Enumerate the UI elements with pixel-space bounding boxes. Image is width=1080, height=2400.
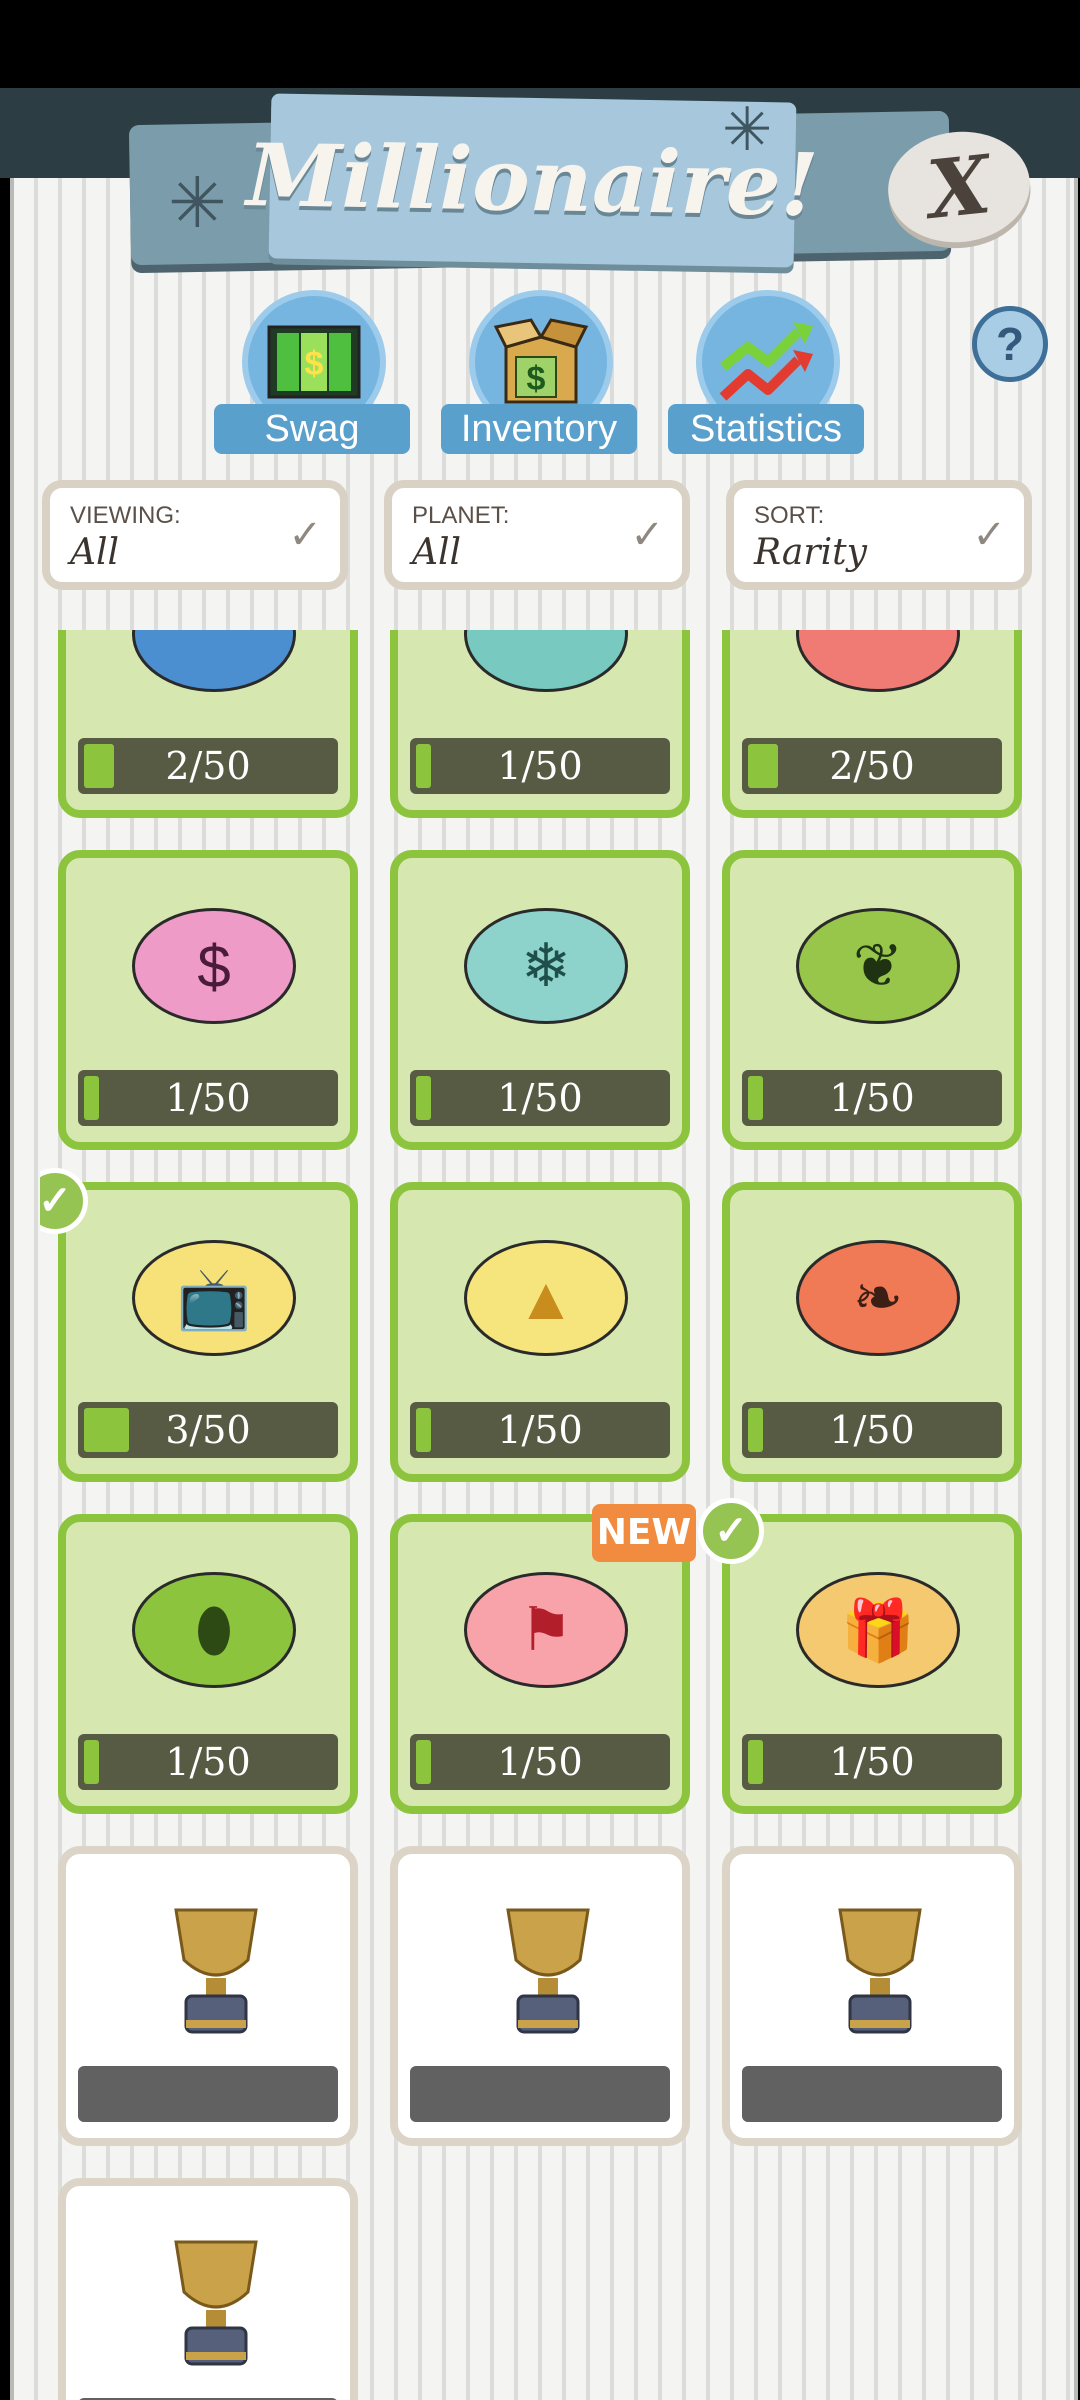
- progress-bar: 3/50: [78, 1402, 338, 1458]
- sparkle-icon: ✳: [168, 164, 227, 242]
- holly-icon: ❦: [796, 908, 960, 1024]
- svg-text:$: $: [527, 360, 546, 398]
- dropdown-value: Rarity: [754, 532, 867, 573]
- progress-bar: 1/50: [742, 1070, 1002, 1126]
- leaf-icon: ❧: [796, 1240, 960, 1356]
- chevron-down-icon: ✓: [288, 513, 322, 557]
- partial-teal-icon: [464, 630, 628, 692]
- help-label: ?: [995, 318, 1025, 370]
- tab-statistics[interactable]: Statistics: [668, 290, 864, 455]
- help-button[interactable]: ?: [972, 306, 1048, 382]
- tab-statistics-label: Statistics: [668, 404, 864, 454]
- trophy-icon: [156, 1890, 276, 2040]
- party-hat-icon: ▲: [464, 1240, 628, 1356]
- planet-dropdown[interactable]: PLANET: All ✓: [384, 480, 690, 590]
- progress-text: 1/50: [497, 1740, 583, 1784]
- item-card[interactable]: ⬮ 1/50: [58, 1514, 358, 1814]
- locked-progress-bar: [410, 2066, 670, 2122]
- tab-swag[interactable]: $ Swag: [214, 290, 410, 455]
- progress-bar: 1/50: [742, 1402, 1002, 1458]
- item-grid: 2/50 1/50 2/50 $1/50 ❄ 1/50 ❦ 1/50 📺 3/50 ✓ ▲ 1/50 ❧ 1…: [40, 630, 1040, 2400]
- progress-text: 1/50: [829, 1408, 915, 1452]
- dropdown-caption: PLANET:: [412, 502, 510, 529]
- checkmark-icon: ✓: [698, 1498, 764, 1564]
- sort-dropdown[interactable]: SORT: Rarity ✓: [726, 480, 1032, 590]
- trophy-icon: [156, 2222, 276, 2372]
- item-card[interactable]: 📺 3/50: [58, 1182, 358, 1482]
- trophy-icon: [820, 1890, 940, 2040]
- gift-icon: 🎁: [796, 1572, 960, 1688]
- close-label: X: [923, 137, 995, 237]
- snowflake-icon: ❄: [464, 908, 628, 1024]
- progress-bar: 1/50: [78, 1070, 338, 1126]
- progress-text: 2/50: [829, 744, 915, 788]
- svg-text:$: $: [305, 345, 324, 383]
- chevron-down-icon: ✓: [630, 513, 664, 557]
- locked-item-card[interactable]: [722, 1846, 1022, 2146]
- trophy-icon: [488, 1890, 608, 2040]
- progress-text: 1/50: [497, 744, 583, 788]
- locked-item-card[interactable]: [58, 1846, 358, 2146]
- football-icon: ⬮: [132, 1572, 296, 1688]
- progress-text: 3/50: [165, 1408, 251, 1452]
- locked-progress-bar: [78, 2066, 338, 2122]
- progress-bar: 1/50: [742, 1734, 1002, 1790]
- dropdown-value: All: [70, 532, 120, 573]
- item-card[interactable]: ▲ 1/50: [390, 1182, 690, 1482]
- item-card[interactable]: 1/50: [390, 630, 690, 818]
- progress-bar: 1/50: [410, 738, 670, 794]
- chevron-down-icon: ✓: [972, 513, 1006, 557]
- locked-item-card[interactable]: [390, 1846, 690, 2146]
- progress-bar: 1/50: [410, 1070, 670, 1126]
- item-card[interactable]: 2/50: [722, 630, 1022, 818]
- television-icon: 📺: [132, 1240, 296, 1356]
- tab-inventory-label: Inventory: [441, 404, 637, 454]
- flag-icon: ⚑: [464, 1572, 628, 1688]
- item-card[interactable]: ❦ 1/50: [722, 850, 1022, 1150]
- progress-text: 1/50: [497, 1076, 583, 1120]
- partial-blue-icon: [132, 630, 296, 692]
- progress-bar: 2/50: [78, 738, 338, 794]
- item-card[interactable]: 2/50: [58, 630, 358, 818]
- partial-red-icon: [796, 630, 960, 692]
- progress-bar: 1/50: [410, 1734, 670, 1790]
- sparkle-icon: ✳: [722, 96, 773, 163]
- title-banner: Millionaire!: [246, 93, 819, 268]
- locked-item-card[interactable]: [58, 2178, 358, 2400]
- progress-text: 1/50: [165, 1076, 251, 1120]
- locked-progress-bar: [742, 2066, 1002, 2122]
- progress-text: 1/50: [829, 1076, 915, 1120]
- progress-text: 1/50: [829, 1740, 915, 1784]
- item-card[interactable]: 🎁 1/50: [722, 1514, 1022, 1814]
- progress-text: 1/50: [497, 1408, 583, 1452]
- status-bar: [0, 0, 1080, 88]
- dollar-sign-icon: $: [132, 908, 296, 1024]
- item-card[interactable]: $1/50: [58, 850, 358, 1150]
- viewing-dropdown[interactable]: VIEWING: All ✓: [42, 480, 348, 590]
- dropdown-caption: VIEWING:: [70, 502, 181, 529]
- progress-text: 2/50: [165, 744, 251, 788]
- progress-bar: 2/50: [742, 738, 1002, 794]
- tab-inventory[interactable]: $ Inventory: [441, 290, 637, 455]
- new-badge: NEW: [592, 1504, 696, 1562]
- progress-bar: 1/50: [78, 1734, 338, 1790]
- progress-bar: 1/50: [410, 1402, 670, 1458]
- progress-text: 1/50: [165, 1740, 251, 1784]
- item-card[interactable]: ❧ 1/50: [722, 1182, 1022, 1482]
- tab-swag-label: Swag: [214, 404, 410, 454]
- dropdown-value: All: [412, 532, 462, 573]
- item-card[interactable]: ❄ 1/50: [390, 850, 690, 1150]
- dropdown-caption: SORT:: [754, 502, 825, 529]
